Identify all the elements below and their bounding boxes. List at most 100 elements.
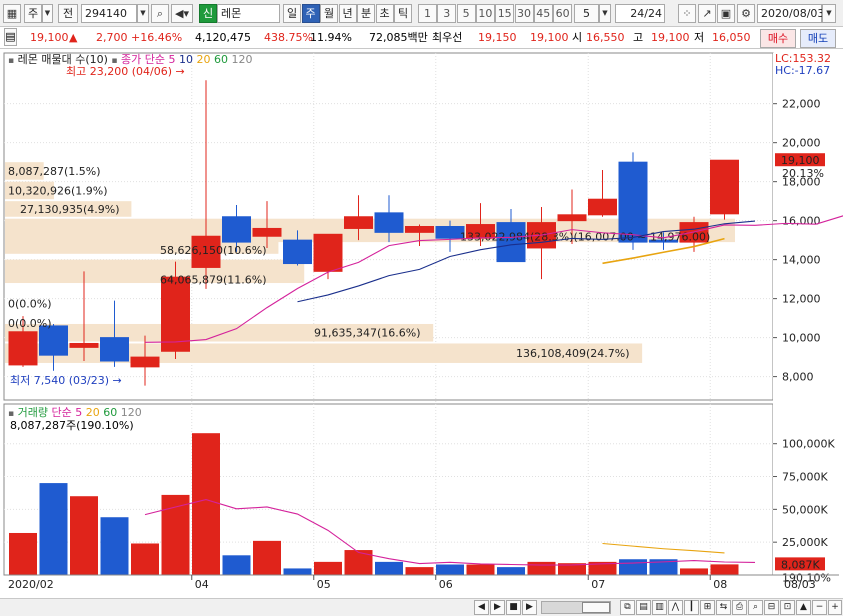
interval-button[interactable]: 10 [475,4,495,23]
period-tab[interactable]: 분 [357,4,375,23]
interval-button[interactable]: 1 [418,4,437,23]
quote-info-bar: ▤ 19,100 ▲ 2,700 +16.46% 4,120,475 438.7… [0,27,843,49]
volume-handle-icon[interactable]: ▪ [8,409,14,419]
stock-name-field[interactable]: 레몬 [217,4,280,23]
volume-profile-label: 136,108,409(24.7%) [516,347,630,360]
volume-ma-label[interactable]: 단순 [51,406,71,419]
volume-profile-label: 0(0.0%) [8,298,52,311]
volume-bar [39,483,68,575]
open-label: 시 [572,31,583,44]
ma60-label[interactable]: 60 [214,53,228,66]
high-price: 19,100 [651,31,690,44]
zoom-search-icon[interactable]: ⌕ [748,600,763,615]
volume-axis-tick-label: 100,000K [782,438,835,451]
save-icon[interactable]: ▣ [717,4,735,23]
market-type-button[interactable]: 주 [24,4,42,23]
volume-profile-label: 64,065,879(11.6%) [160,273,267,286]
info-toggle-icon[interactable]: ▤ [4,28,17,46]
split-icon[interactable]: ⊟ [764,600,779,615]
period-tab[interactable]: 년 [338,4,357,23]
period-tab[interactable]: 틱 [394,4,412,23]
candle-body [100,337,129,362]
ma120-label[interactable]: 120 [232,53,253,66]
candle-body [557,214,587,222]
copy-icon[interactable]: ▤ [636,600,651,615]
date-axis-label: 08/03 [784,578,816,591]
bar-type-icon[interactable]: ▥ [652,600,667,615]
best-bid: 19,100 [530,31,569,44]
interval-dropdown-icon[interactable]: ▼ [599,4,611,23]
vol-ma120-label[interactable]: 120 [121,406,142,419]
interval-button[interactable]: 60 [553,4,573,23]
interval-button[interactable]: 15 [495,4,515,23]
interval-button[interactable]: 5 [456,4,476,23]
volume-bar [497,567,525,575]
candle-body [69,342,99,348]
price-axis-tick-label: 12,000 [782,293,821,306]
interval-button[interactable]: 3 [437,4,457,23]
indicator-icon[interactable]: ⊞ [700,600,715,615]
window-menu-icon[interactable]: ▦ [3,4,21,23]
vol-ma60-label[interactable]: 60 [103,406,117,419]
prev-button[interactable]: 전 [58,4,78,23]
candle-type-icon[interactable]: ┃ [684,600,699,615]
up-arrow-icon: ▲ [69,31,78,44]
price-change: 2,700 [96,31,128,44]
date-field[interactable]: 2020/08/03 [757,4,824,23]
volume-profile-label: 91,635,347(16.6%) [314,327,421,340]
volume-bar [375,561,403,575]
print-icon[interactable]: ⎙ [732,600,747,615]
zoom-fit-icon[interactable]: ⊡ [780,600,795,615]
candle-body [405,226,434,233]
ma20-label[interactable]: 20 [197,53,211,66]
calendar-dropdown-icon[interactable]: ▼ [822,4,836,23]
scroll-track[interactable] [541,601,611,614]
legend-handle-icon[interactable]: ▪ [8,56,14,66]
period-tab[interactable]: 월 [320,4,338,23]
zoom-out-icon[interactable]: − [812,600,827,615]
vol-ma20-label[interactable]: 20 [86,406,100,419]
speaker-icon[interactable]: ◀▾ [171,4,193,23]
period-tab[interactable]: 일 [283,4,301,23]
interval-button[interactable]: 30 [514,4,534,23]
volume-axis-tick-label: 25,000K [782,536,828,549]
volume-bar [131,543,159,575]
volume-panel-title[interactable]: 거래량 [18,406,48,419]
candle-body [222,216,251,243]
mountain-icon[interactable]: ▲ [796,600,811,615]
volume-ratio: 438.75% [264,31,313,44]
interval-select[interactable]: 5 [574,4,599,23]
buy-button[interactable]: 매수 [760,29,796,48]
play-icon[interactable]: ▶ [490,600,505,615]
zoom-in-icon[interactable]: + [828,600,842,615]
scroll-left-icon[interactable]: ◀ [474,600,489,615]
stock-chart-area[interactable]: 8,000 10,000 12,000 14,000 16,000 18,000 20,00… [0,49,843,599]
period-tab[interactable]: 주 [301,4,320,23]
best-quote-label: 최우선 [432,31,463,44]
stock-code-input[interactable]: 294140 [81,4,137,23]
grid-settings-icon[interactable]: ⁘ [678,4,696,23]
price-axis-tick-label: 10,000 [782,332,821,345]
chart-canvas[interactable]: 8,00010,00012,00014,00016,00018,00020,00… [0,49,843,599]
interval-button[interactable]: 45 [533,4,553,23]
sell-button[interactable]: 매도 [800,29,836,48]
volume-axis-tick-label: 50,000K [782,503,828,516]
period-tab[interactable]: 초 [375,4,394,23]
scroll-right-icon[interactable]: ▶ [522,600,537,615]
volume-profile-label: 8,087,287(1.5%) [8,165,101,178]
date-axis-label: 2020/02 [8,578,54,591]
candle-body [252,227,282,237]
volume-bar [527,561,556,575]
gear-icon[interactable]: ⚙ [737,4,755,23]
stop-icon[interactable]: ■ [506,600,521,615]
compare-icon[interactable]: ⇆ [716,600,731,615]
chevron-down-icon[interactable]: ▼ [42,4,53,23]
vol-ma5-label[interactable]: 5 [75,406,82,419]
screenshot-icon[interactable]: ⧉ [620,600,635,615]
code-dropdown-icon[interactable]: ▼ [137,4,149,23]
current-price-pct-label: 20.13% [782,167,824,180]
search-icon[interactable]: ⌕ [151,4,169,23]
line-type-icon[interactable]: ⋀ [668,600,683,615]
chart-tool-icon[interactable]: ↗ [698,4,716,23]
scroll-thumb[interactable] [582,602,610,613]
